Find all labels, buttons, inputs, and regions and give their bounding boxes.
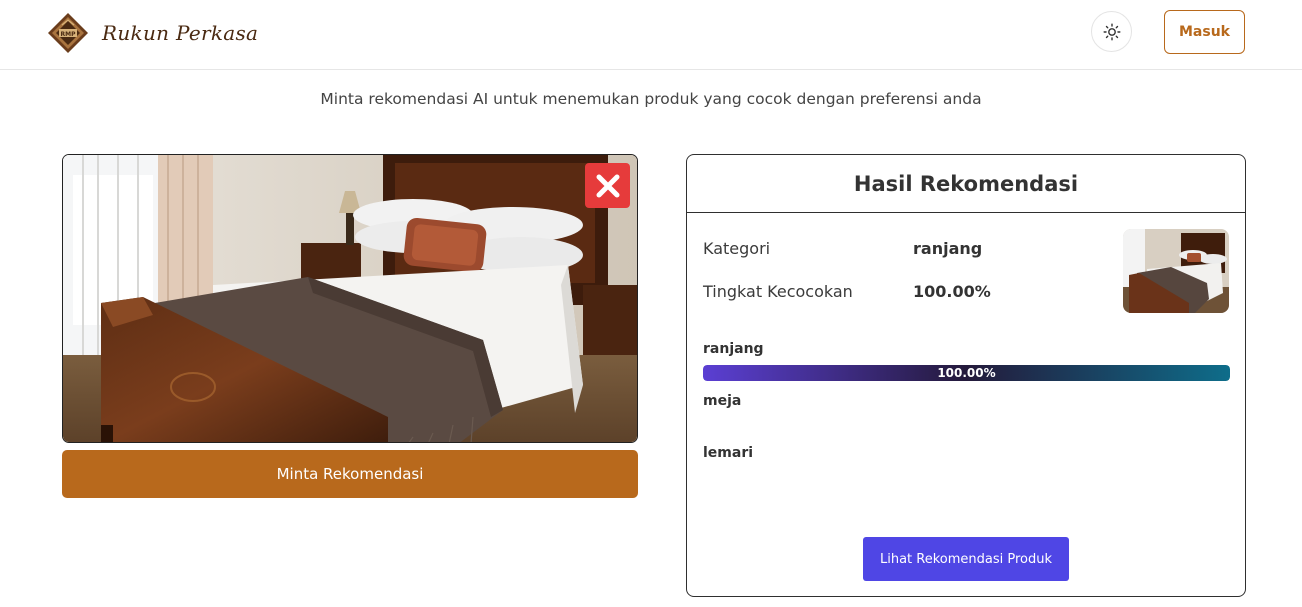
result-title: Hasil Rekomendasi	[687, 155, 1245, 213]
score-bar-fill: 100.00%	[703, 365, 1230, 381]
score-label-ranjang: ranjang	[703, 341, 764, 357]
brand-logo: RMP	[48, 13, 88, 53]
navbar: RMP Rukun Perkasa Masuk	[0, 0, 1302, 70]
match-value: 100.00%	[913, 282, 991, 301]
category-value: ranjang	[913, 239, 983, 258]
uploaded-image-preview	[62, 154, 638, 443]
score-bar-value: 100.00%	[937, 366, 996, 380]
score-label-lemari: lemari	[703, 445, 754, 461]
sun-icon	[1103, 23, 1120, 40]
category-label: Kategori	[703, 239, 771, 258]
close-icon	[596, 174, 619, 197]
match-label: Tingkat Kecocokan	[703, 282, 853, 301]
svg-text:RMP: RMP	[61, 31, 77, 38]
bed-photo	[63, 155, 637, 442]
result-card: Hasil Rekomendasi Kategori ranjang Tingk…	[686, 154, 1246, 597]
bed-thumbnail-image	[1123, 229, 1229, 313]
theme-toggle-button[interactable]	[1091, 11, 1132, 52]
request-recommendation-button[interactable]: Minta Rekomendasi	[62, 450, 638, 498]
brand-name: Rukun Perkasa	[102, 21, 259, 45]
score-bar-ranjang: 100.00%	[703, 365, 1230, 381]
page-subtitle: Minta rekomendasi AI untuk menemukan pro…	[320, 90, 982, 108]
brand[interactable]: RMP Rukun Perkasa	[46, 11, 258, 55]
view-product-recommendations-button[interactable]: Lihat Rekomendasi Produk	[863, 537, 1069, 581]
result-thumbnail	[1123, 229, 1229, 313]
login-button[interactable]: Masuk	[1164, 10, 1245, 54]
remove-image-button[interactable]	[585, 163, 630, 208]
score-label-meja: meja	[703, 393, 742, 409]
